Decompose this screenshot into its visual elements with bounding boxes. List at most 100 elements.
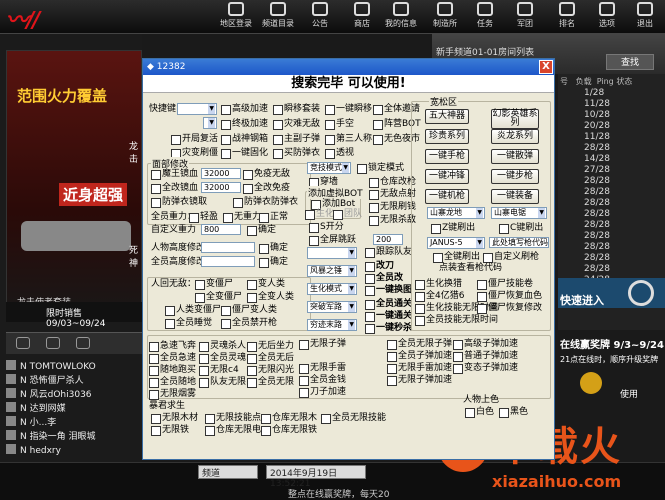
weapon-button[interactable]: 幻影英雄系列 [491, 109, 539, 129]
survival-option[interactable]: 无限铁 [151, 425, 189, 436]
weapon-button[interactable]: 珍贵系列 [425, 129, 469, 144]
human-option[interactable]: 全变僵尸 [195, 292, 242, 303]
room-row[interactable]: 10/28 [560, 110, 665, 121]
height-ok-2[interactable]: 确定 [259, 257, 288, 268]
z-spawn-option[interactable]: Z键刷出 [431, 223, 475, 234]
nav-my-info[interactable]: 我的信息 [384, 2, 418, 32]
lower-option[interactable]: 全员急速 [149, 353, 196, 364]
survival-option[interactable]: 无限木材 [151, 413, 198, 424]
room-row[interactable]: 11/28 [560, 132, 665, 143]
follow-select[interactable] [307, 247, 357, 259]
nav-shop[interactable]: 商店 [345, 2, 379, 32]
lower-option[interactable]: 全员灵魂 [199, 353, 246, 364]
change-knife-option[interactable]: 改刀 [365, 261, 394, 272]
jump-input[interactable]: 200 [373, 234, 403, 245]
checkbox-option[interactable]: 一键固化 [221, 148, 268, 159]
lower-option[interactable]: 随地跑买 [149, 365, 196, 376]
player-row[interactable]: N 小...李 [6, 416, 142, 430]
lower-option[interactable]: 无限手雷 [299, 363, 346, 374]
lower-option[interactable]: 无后坐力 [247, 341, 294, 352]
checkbox-option[interactable]: 灾难无敌 [273, 119, 320, 130]
lock-mode-option[interactable]: 锁定模式 [357, 163, 404, 174]
nav-channel-list[interactable]: 频道目录 [261, 2, 295, 32]
room-row[interactable]: 28/28 [560, 242, 665, 253]
player-row[interactable]: N 恐怖僵尸杀人 [6, 374, 142, 388]
player-row[interactable]: N hedxry [6, 444, 142, 458]
route-select[interactable]: 突破军路 [307, 301, 357, 313]
change-map-option[interactable]: 一键换图 [365, 285, 412, 296]
nav-options[interactable]: 选项 [590, 2, 624, 32]
weapon-button[interactable]: 炎龙系列 [491, 129, 539, 144]
event-use-button[interactable]: 使用 [620, 390, 638, 401]
custom-gravity-input[interactable]: 800 [201, 224, 241, 235]
lower-option[interactable]: 队友无限 [199, 377, 246, 388]
promo-banner[interactable]: 范围火力覆盖 近身超强 龙击使者套装 龙击 死神 [6, 50, 142, 320]
color-white-option[interactable]: 白色 [465, 407, 494, 418]
height-input-1[interactable] [201, 242, 255, 253]
nav-region-login[interactable]: 地区登录 [219, 2, 253, 32]
tab-legion-icon[interactable] [46, 337, 60, 349]
lower-option[interactable]: 全员随地 [149, 377, 196, 388]
custom-gravity-ok[interactable]: 确定 [247, 225, 276, 236]
player-row[interactable]: N 达到网媒 [6, 402, 142, 416]
lower-option[interactable]: 无限手雷加速 [387, 363, 452, 374]
view-code-link[interactable]: 点装查看枪代码 [439, 263, 502, 274]
instant-kill-option[interactable]: 一键秒杀 [365, 323, 412, 334]
room-row[interactable]: 14/28 [560, 154, 665, 165]
survival-option[interactable]: 仓库无限电 [205, 425, 261, 436]
weapon-button[interactable]: 一键冲锋 [425, 169, 469, 184]
health-input-2[interactable]: 32000 [201, 182, 241, 193]
gear-icon[interactable] [628, 280, 654, 306]
player-row[interactable]: N 指染一角 泪眼城 [6, 430, 142, 444]
room-row[interactable]: 28/28 [560, 187, 665, 198]
channel-select[interactable]: 频道 [198, 465, 258, 479]
room-row[interactable]: 28/28 [560, 198, 665, 209]
human-option[interactable]: 变僵尸 [195, 279, 233, 290]
lower-option[interactable]: 无限闪光 [247, 365, 294, 376]
kill-option[interactable]: 无限杀敌 [369, 215, 416, 226]
one-pass-option[interactable]: 一键通关 [365, 311, 412, 322]
checkbox-option[interactable]: 手空 [325, 119, 354, 130]
search-room-button[interactable]: 查找 [606, 54, 654, 70]
all-pass-option[interactable]: 全员通关 [365, 299, 412, 310]
storage-option[interactable]: 仓库改枪 [369, 177, 416, 188]
weapon-button[interactable]: 一键手枪 [425, 149, 469, 164]
money-option[interactable]: 无限刷钱 [369, 202, 416, 213]
zombie-skill-option[interactable]: 僵尸技能卷 [477, 279, 533, 290]
tab-chat-icon[interactable] [76, 337, 90, 349]
lower-option[interactable]: 高级子弹加速 [453, 339, 518, 350]
height-ok-1[interactable]: 确定 [259, 243, 288, 254]
gravity-radio[interactable]: 轻盈 [189, 212, 218, 223]
survival-option[interactable]: 仓库无限铁 [261, 425, 317, 436]
nav-notice[interactable]: 公告 [303, 2, 337, 32]
quick-key-select[interactable] [177, 103, 217, 115]
nav-exit[interactable]: 退出 [628, 2, 662, 32]
custom-weapon-option[interactable]: 自定义刷枪 [483, 252, 539, 263]
lower-option[interactable]: 全员无后 [247, 353, 294, 364]
room-row[interactable]: 28/28 [560, 231, 665, 242]
weapon-select[interactable]: 风暴之锤 [307, 265, 357, 277]
lower-option[interactable]: 变态子弹加速 [453, 363, 518, 374]
lower-option[interactable]: 普通子弹加速 [453, 351, 518, 362]
survival-option[interactable]: 全员无限技能 [321, 413, 386, 424]
lower-option[interactable]: 全员无限子弹 [387, 339, 452, 350]
survival-option[interactable]: 无限技能点 [205, 413, 261, 424]
weapon-button[interactable]: 一键机枪 [425, 189, 469, 204]
checkbox-option[interactable]: 买防弹衣 [273, 148, 320, 159]
weapon-button[interactable]: 一键步枪 [491, 169, 539, 184]
survival-option[interactable]: 仓库无限木 [261, 413, 317, 424]
checkbox-option[interactable]: 主副子弹 [273, 134, 320, 145]
weapon-code-input[interactable]: 此处填写枪代码 [489, 237, 549, 248]
c-spawn-option[interactable]: C键刷出 [499, 223, 543, 234]
room-row[interactable]: 28/28 [560, 264, 665, 275]
room-row[interactable]: 20/28 [560, 121, 665, 132]
weapon-button[interactable]: 一键散弹 [491, 149, 539, 164]
weapon-code-select[interactable]: JANUS-5 [427, 237, 485, 249]
quick-key-select-2[interactable] [203, 117, 217, 129]
height-input-2[interactable] [201, 256, 255, 267]
close-button[interactable]: X [539, 60, 553, 74]
map-select-2[interactable]: 山寨电锯 [491, 207, 547, 219]
mode2-select[interactable]: 生化模式 [307, 283, 357, 295]
lower-option[interactable]: 无限c4 [199, 365, 239, 376]
god-mode-1[interactable]: 魔王镜血 [151, 169, 198, 180]
